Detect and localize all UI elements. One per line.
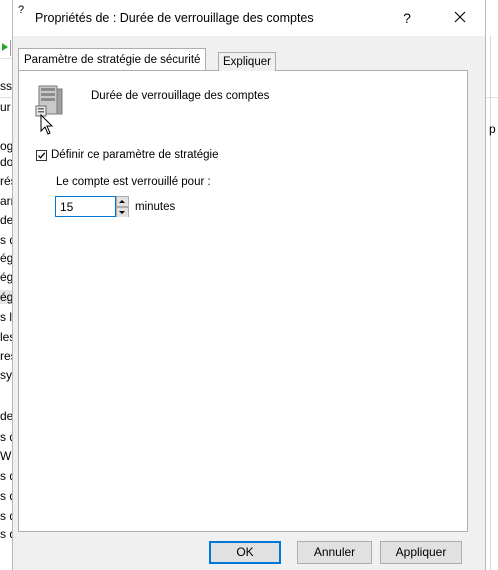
help-button[interactable]: ? (392, 6, 422, 30)
define-setting-checkbox[interactable] (36, 150, 47, 161)
background-border (490, 36, 491, 570)
tab-panel (18, 70, 468, 532)
policy-name: Durée de verrouillage des comptes (91, 90, 270, 102)
background-tree-item: W (0, 449, 12, 463)
tab-explain[interactable]: Expliquer (218, 52, 276, 71)
server-policy-icon (35, 85, 63, 117)
background-separator (0, 97, 12, 98)
background-tree-item: ogi (0, 139, 12, 153)
background-tree-item: s lo (0, 310, 12, 324)
background-tree-item: égi (0, 290, 12, 304)
background-tree-item: égi (0, 251, 12, 265)
background-text-fragment: p (489, 122, 496, 136)
tab-security-policy-setting[interactable]: Paramètre de stratégie de sécurité (18, 48, 207, 70)
background-tree-item: égi (0, 270, 12, 284)
spin-down-icon[interactable] (117, 207, 128, 217)
background-tree-item: s d (0, 469, 12, 483)
background-separator (486, 97, 498, 98)
lockout-duration-label: Le compte est verrouillé pour : (56, 176, 211, 188)
lockout-unit-label: minutes (135, 201, 176, 213)
checkmark-icon (38, 152, 46, 159)
lockout-duration-input[interactable] (55, 196, 116, 217)
dialog-titlebar[interactable]: ? Propriétés de : Durée de verrouillage … (13, 0, 485, 36)
lockout-duration-stepper[interactable] (116, 196, 129, 217)
background-tree-item: arr (0, 194, 12, 208)
spin-up-icon[interactable] (117, 197, 128, 207)
background-tree-item: s d (0, 489, 12, 503)
background-tree-item: do (0, 155, 12, 169)
background-tree-item: rés (0, 174, 12, 188)
background-tree-item: s d (0, 430, 12, 444)
background-window-left: ssw ur ogi do rés arr de s d égi égi égi s lo les res… (0, 0, 12, 570)
close-button[interactable] (443, 6, 477, 30)
apply-button[interactable]: Appliquer (380, 541, 462, 564)
background-tree-item: ur (0, 100, 11, 114)
define-setting-label[interactable]: Définir ce paramètre de stratégie (51, 149, 218, 161)
toolbar-separator (10, 40, 11, 56)
background-tree-item: les (0, 330, 12, 344)
title-prefix: ? (18, 4, 25, 16)
forward-arrow-icon[interactable] (2, 43, 8, 51)
mouse-cursor-icon (40, 114, 54, 135)
background-tree-item: ssw (0, 79, 12, 93)
background-tree-item: de (0, 409, 12, 423)
background-tree-item: res (0, 349, 12, 363)
dialog-title: Propriétés de : Durée de verrouillage de… (35, 11, 314, 25)
background-tree-item: s d (0, 527, 12, 541)
background-window-right: p (486, 0, 498, 570)
cancel-button[interactable]: Annuler (297, 541, 372, 564)
background-tree-item: de (0, 213, 12, 227)
background-tree-item: s d (0, 509, 12, 523)
close-icon (454, 11, 466, 23)
ok-button[interactable]: OK (209, 541, 281, 564)
background-tree-item: s d (0, 233, 12, 247)
background-tree-item: sys (0, 368, 12, 382)
